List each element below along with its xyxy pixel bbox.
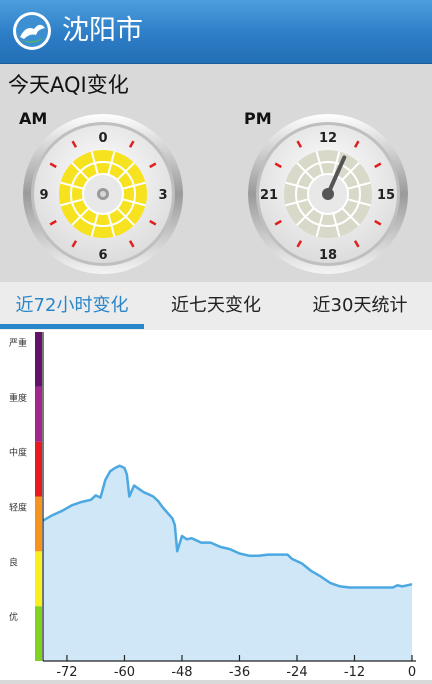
tab-72-hours[interactable]: 近72小时变化 xyxy=(0,282,144,330)
pm-tick-18: 18 xyxy=(319,248,337,263)
city-title: 沈阳市 xyxy=(62,15,143,46)
pm-tick-15: 15 xyxy=(377,188,395,203)
am-tick-6: 6 xyxy=(98,248,107,263)
aqi-level-label: 良 xyxy=(9,556,18,568)
x-tick-label: -72 xyxy=(56,665,77,680)
app-header: 沈阳市 xyxy=(0,0,432,64)
aqi-72h-chart: 优 良 轻度 中度 重度 严重 -72 -60 -48 -36 -24 -12 0 xyxy=(9,332,416,680)
aqi-level-band xyxy=(35,386,42,442)
x-tick-label: -60 xyxy=(114,665,135,680)
aqi-level-label: 重度 xyxy=(9,392,27,404)
app-logo-icon xyxy=(13,12,51,50)
aqi-level-label: 轻度 xyxy=(9,502,27,514)
pm-tick-12: 12 xyxy=(319,131,337,146)
x-tick-label: -24 xyxy=(286,665,307,680)
active-tab-indicator xyxy=(0,324,144,329)
aqi-level-band xyxy=(35,441,42,497)
aqi-level-band xyxy=(35,496,42,552)
aqi-level-label: 中度 xyxy=(9,447,27,459)
aqi-chart-container: 优 良 轻度 中度 重度 严重 -72 -60 -48 -36 -24 -12 0 xyxy=(0,330,432,680)
pm-clock-gauge: 12 15 18 21 xyxy=(248,114,408,274)
am-tick-9: 9 xyxy=(39,188,48,203)
x-tick-label: 0 xyxy=(408,665,416,680)
aqi-level-label: 优 xyxy=(9,611,18,623)
x-tick-label: -48 xyxy=(171,665,192,680)
am-clock-gauge: 0 3 6 9 xyxy=(23,114,183,274)
today-aqi-title: 今天AQI变化 xyxy=(8,73,129,97)
tab-30-days[interactable]: 近30天统计 xyxy=(288,282,432,330)
x-tick-label: -36 xyxy=(229,665,250,680)
aqi-level-band xyxy=(35,551,42,607)
x-tick-label: -12 xyxy=(344,665,365,680)
pm-tick-21: 21 xyxy=(260,188,278,203)
am-tick-3: 3 xyxy=(158,188,167,203)
tab-7-days[interactable]: 近七天变化 xyxy=(144,282,288,330)
aqi-level-label: 严重 xyxy=(9,337,27,349)
aqi-level-band xyxy=(35,332,42,387)
range-tabs: 近72小时变化 近七天变化 近30天统计 xyxy=(0,282,432,330)
aqi-level-band xyxy=(35,606,42,661)
am-tick-0: 0 xyxy=(98,131,107,146)
